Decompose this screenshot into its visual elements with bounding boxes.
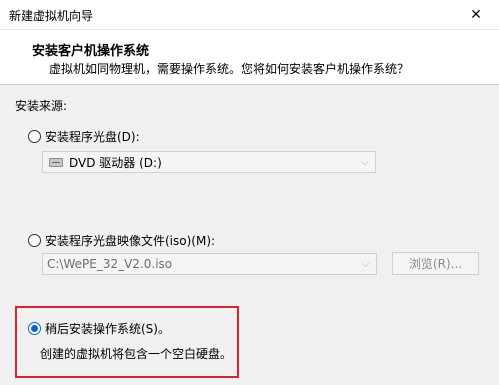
drive-select-value: DVD 驱动器 (D:): [69, 155, 162, 170]
highlight-box: [15, 306, 239, 378]
install-later-description: 创建的虚拟机将包含一个空白硬盘。: [40, 347, 233, 361]
browse-button: 浏览(R)...: [392, 252, 479, 275]
title-bar: 新建虚拟机向导 ✕: [0, 0, 499, 30]
radio-button[interactable]: [28, 130, 41, 143]
close-icon: ✕: [470, 7, 482, 23]
drive-select: DVD 驱动器 (D:) ⌵: [42, 151, 376, 173]
radio-label: 安装程序光盘(D):: [45, 130, 140, 144]
window-title: 新建虚拟机向导: [9, 9, 94, 23]
chevron-down-icon: ⌵: [360, 155, 369, 168]
radio-iso-image[interactable]: 安装程序光盘映像文件(iso)(M):: [28, 232, 215, 249]
dvd-drive-icon: [49, 157, 63, 167]
radio-installer-disc[interactable]: 安装程序光盘(D):: [28, 128, 140, 145]
install-source-label: 安装来源:: [15, 99, 68, 113]
radio-label: 安装程序光盘映像文件(iso)(M):: [45, 234, 216, 248]
close-button[interactable]: ✕: [464, 4, 488, 26]
wizard-header: 安装客户机操作系统 虚拟机如同物理机，需要操作系统。您将如何安装客户机操作系统？: [0, 30, 499, 85]
page-subtitle: 虚拟机如同物理机，需要操作系统。您将如何安装客户机操作系统？: [49, 62, 410, 76]
radio-button[interactable]: [28, 234, 41, 247]
iso-path-value: C:\WePE_32_V2.0.iso: [47, 257, 173, 271]
radio-label: 稍后安装操作系统(S)。: [45, 322, 170, 336]
iso-path-input: C:\WePE_32_V2.0.iso ⌵: [42, 253, 377, 275]
page-title: 安装客户机操作系统: [32, 44, 150, 59]
radio-install-later[interactable]: 稍后安装操作系统(S)。: [28, 320, 170, 337]
radio-button-selected[interactable]: [28, 322, 41, 335]
chevron-down-icon: ⌵: [361, 257, 370, 270]
